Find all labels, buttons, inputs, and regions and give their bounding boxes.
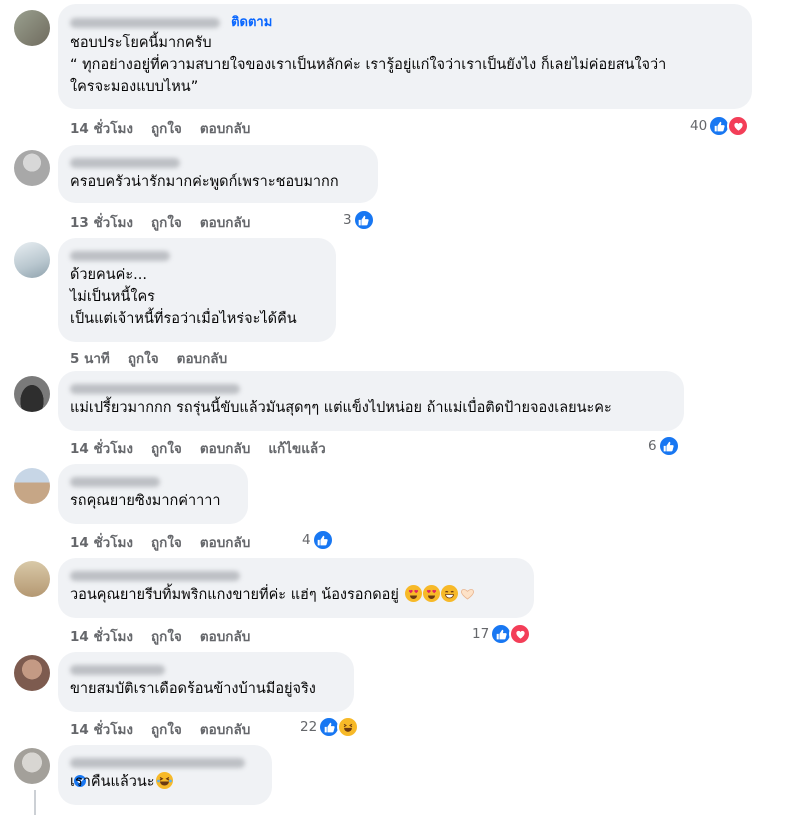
comment-text-line: แม่เปรี้ยวมากกก รถรุ่นนี้ขับแล้วมันสุดๆๆ… — [70, 400, 612, 416]
comment-bubble: ติดตาม ชอบประโยคนี้มากครับ “ ทุกอย่างอยู… — [58, 4, 752, 109]
commenter-name[interactable] — [70, 383, 240, 394]
comment-text-line: รถคุณยายซิงมากค่าาาา — [70, 493, 221, 509]
commenter-name[interactable] — [70, 157, 180, 168]
avatar[interactable] — [14, 10, 50, 46]
comment-bubble: เราคืนแล้วนะ — [58, 745, 272, 805]
laughing-tears-emoji — [155, 772, 173, 789]
comment-text-line: ครอบครัวน่ารักมากค่ะพูดก์เพราะชอบมากก — [70, 174, 339, 190]
love-icon — [727, 115, 750, 137]
reaction-count: 3 — [343, 212, 352, 228]
timestamp[interactable]: 13 ชั่วโมง — [70, 215, 133, 231]
comment-text: เราคืนแล้วนะ — [70, 774, 155, 790]
avatar[interactable] — [14, 561, 50, 597]
comment-actions: 14 ชั่วโมง ถูกใจ ตอบกลับ — [70, 625, 268, 647]
commenter-name[interactable] — [70, 250, 170, 261]
comment-bubble: รถคุณยายซิงมากค่าาาา — [58, 464, 248, 524]
comment-text-line: “ ทุกอย่างอยู่ที่ความสบายใจของเราเป็นหลั… — [70, 57, 667, 73]
love-icon — [509, 623, 532, 645]
timestamp[interactable]: 14 ชั่วโมง — [70, 121, 133, 137]
avatar[interactable] — [14, 242, 50, 278]
reaction-count: 6 — [648, 438, 657, 454]
edited-label[interactable]: แก้ไขแล้ว — [268, 441, 325, 457]
reply-button[interactable]: ตอบกลับ — [177, 351, 227, 367]
comment-bubble: ครอบครัวน่ารักมากค่ะพูดก์เพราะชอบมากก — [58, 145, 378, 203]
like-button[interactable]: ถูกใจ — [151, 121, 182, 137]
comment-actions: 14 ชั่วโมง ถูกใจ ตอบกลับ — [70, 117, 268, 139]
reply-button[interactable]: ตอบกลับ — [200, 535, 250, 551]
reaction-count: 40 — [690, 118, 708, 134]
like-button[interactable]: ถูกใจ — [151, 535, 182, 551]
reply-button[interactable]: ตอบกลับ — [200, 215, 250, 231]
reply-button[interactable]: ตอบกลับ — [200, 121, 250, 137]
comment-text-line: ชอบประโยคนี้มากครับ — [70, 35, 212, 51]
avatar[interactable] — [14, 468, 50, 504]
comment-text-line: วอนคุณยายรีบทิ้มพริกแกงขายที่ค่ะ แฮ่ๆ น้… — [70, 584, 522, 606]
comment-bubble: ขายสมบัติเราเดือดร้อนข้างบ้านมีอยู่จริง — [58, 652, 354, 712]
haha-icon — [337, 716, 360, 738]
avatar[interactable] — [14, 376, 50, 412]
like-button[interactable]: ถูกใจ — [151, 629, 182, 645]
comment-text-line: เราคืนแล้วนะ — [70, 771, 260, 793]
timestamp[interactable]: 14 ชั่วโมง — [70, 535, 133, 551]
avatar[interactable] — [14, 655, 50, 691]
heart-eyes-emoji — [404, 585, 422, 602]
reaction-count: 4 — [302, 532, 311, 548]
reaction-summary[interactable]: 40 — [690, 115, 750, 137]
heart-hands-emoji — [459, 585, 476, 602]
reaction-summary[interactable]: 22 — [300, 716, 360, 738]
comment-text-line: ไม่เป็นหนี้ใคร — [70, 289, 155, 305]
timestamp[interactable]: 14 ชั่วโมง — [70, 629, 133, 645]
comment-text: วอนคุณยายรีบทิ้มพริกแกงขายที่ค่ะ แฮ่ๆ น้… — [70, 587, 399, 603]
like-button[interactable]: ถูกใจ — [128, 351, 159, 367]
comment-actions: 14 ชั่วโมง ถูกใจ ตอบกลับ แก้ไขแล้ว — [70, 437, 344, 459]
commenter-name[interactable] — [70, 17, 220, 28]
reaction-summary[interactable]: 3 — [343, 209, 375, 231]
reply-button[interactable]: ตอบกลับ — [200, 629, 250, 645]
like-button[interactable]: ถูกใจ — [151, 215, 182, 231]
reply-button[interactable]: ตอบกลับ — [200, 722, 250, 738]
reaction-summary[interactable]: 4 — [302, 529, 334, 551]
grin-emoji — [440, 585, 458, 602]
like-icon — [311, 529, 334, 551]
reaction-summary[interactable]: 6 — [648, 435, 680, 457]
comment-text-line: ด้วยคนค่ะ... — [70, 267, 147, 283]
comment-actions: 5 นาที ถูกใจ ตอบกลับ — [70, 347, 245, 369]
like-button[interactable]: ถูกใจ — [151, 441, 182, 457]
comment-text-line: ขายสมบัติเราเดือดร้อนข้างบ้านมีอยู่จริง — [70, 681, 316, 697]
timestamp[interactable]: 14 ชั่วโมง — [70, 441, 133, 457]
timestamp[interactable]: 14 ชั่วโมง — [70, 722, 133, 738]
reaction-count: 22 — [300, 719, 318, 735]
comment-bubble: ด้วยคนค่ะ... ไม่เป็นหนี้ใคร เป็นแต่เจ้าห… — [58, 238, 336, 342]
reaction-count: 17 — [472, 626, 490, 642]
thread-line — [34, 790, 36, 815]
comment-actions: 13 ชั่วโมง ถูกใจ ตอบกลับ — [70, 211, 268, 233]
commenter-name[interactable] — [70, 664, 165, 675]
comment-bubble: วอนคุณยายรีบทิ้มพริกแกงขายที่ค่ะ แฮ่ๆ น้… — [58, 558, 534, 618]
avatar[interactable] — [14, 748, 50, 784]
timestamp[interactable]: 5 นาที — [70, 351, 110, 367]
comment-text-line: เป็นแต่เจ้าหนี้ที่รอว่าเมื่อไหร่จะได้คืน — [70, 311, 297, 327]
follow-button[interactable]: ติดตาม — [231, 15, 272, 30]
like-button[interactable]: ถูกใจ — [151, 722, 182, 738]
like-icon — [657, 435, 680, 457]
reaction-summary[interactable]: 17 — [472, 623, 532, 645]
commenter-name[interactable] — [70, 476, 160, 487]
comment-actions: 14 ชั่วโมง ถูกใจ ตอบกลับ — [70, 718, 268, 740]
reply-button[interactable]: ตอบกลับ — [200, 441, 250, 457]
comment-bubble: แม่เปรี้ยวมากกก รถรุ่นนี้ขับแล้วมันสุดๆๆ… — [58, 371, 684, 431]
like-icon — [352, 209, 375, 231]
commenter-name[interactable] — [70, 757, 245, 768]
comment-text-line: ใครจะมองแบบไหน” — [70, 79, 199, 95]
heart-eyes-emoji — [422, 585, 440, 602]
avatar[interactable] — [14, 150, 50, 186]
commenter-name[interactable] — [70, 570, 240, 581]
comment-actions: 14 ชั่วโมง ถูกใจ ตอบกลับ — [70, 531, 268, 553]
